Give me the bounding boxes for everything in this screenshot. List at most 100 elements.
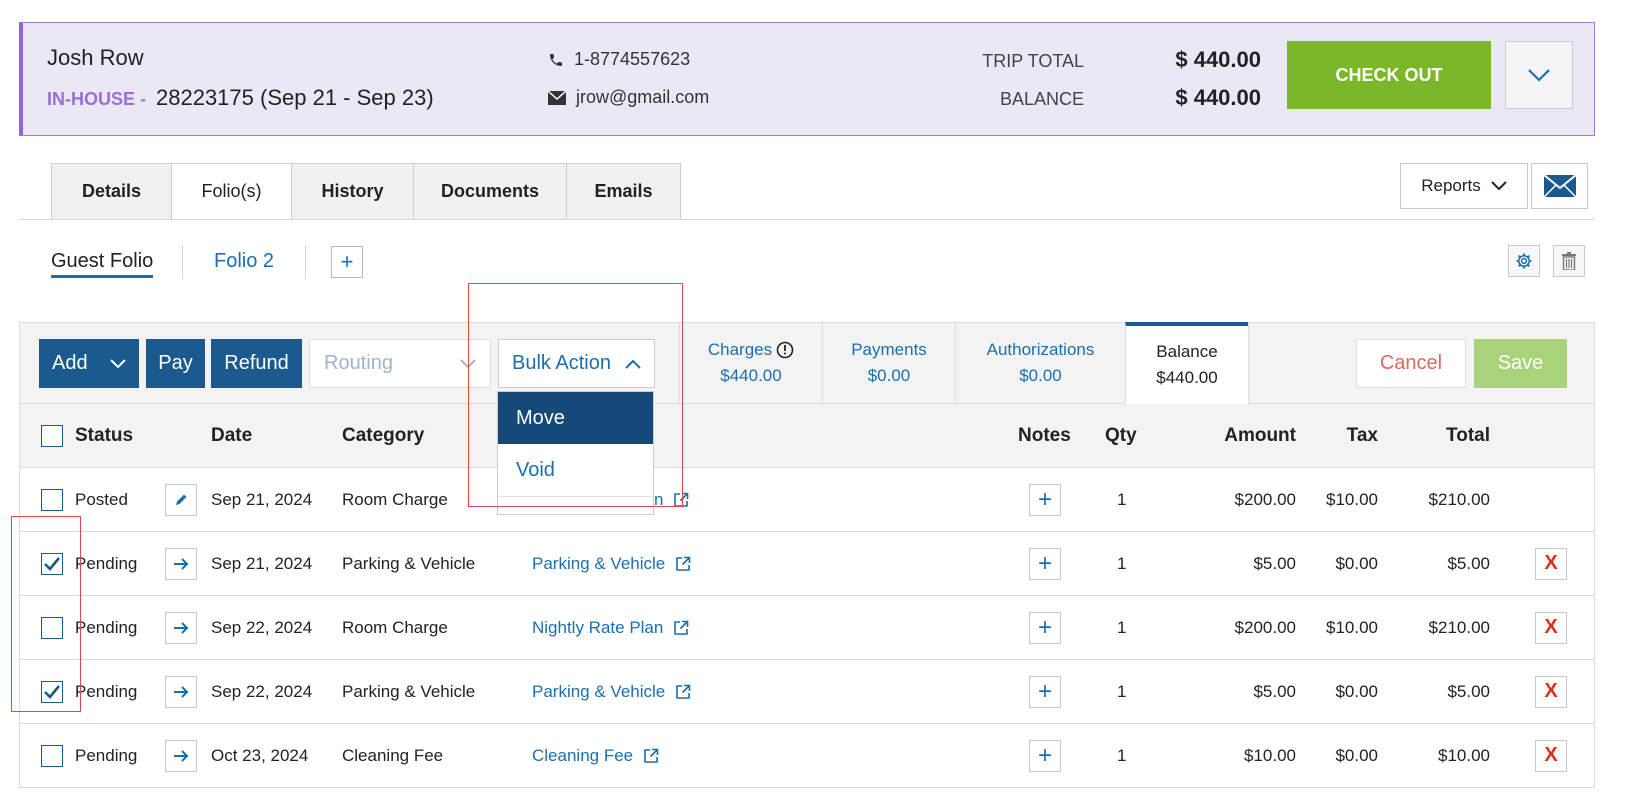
column-category: Category [342, 424, 425, 446]
external-link-icon [644, 748, 659, 763]
row-category: Cleaning Fee [342, 745, 444, 765]
row-item-link[interactable]: Parking & Vehicle [532, 554, 691, 574]
row-status: Pending [75, 617, 138, 637]
select-all-checkbox[interactable] [41, 424, 63, 447]
summary-authorizations[interactable]: Authorizations $0.00 [955, 323, 1125, 403]
cancel-button[interactable]: Cancel [1356, 339, 1466, 388]
menu-item-void[interactable]: Void [498, 444, 653, 496]
bulk-action-select[interactable]: Bulk Action [498, 339, 655, 388]
column-amount: Amount [1224, 424, 1296, 446]
column-total: Total [1446, 424, 1490, 446]
reports-label: Reports [1421, 176, 1481, 195]
email-address: jrow@gmail.com [576, 87, 710, 107]
folio-tab-guest[interactable]: Guest Folio [51, 250, 154, 278]
status-badge: IN-HOUSE - [47, 89, 146, 109]
save-button[interactable]: Save [1474, 339, 1567, 388]
email-contact: jrow@gmail.com [548, 87, 709, 108]
balance-value: $ 440.00 [1175, 85, 1261, 110]
table-row: Pending Oct 23, 2024 Cleaning Fee Cleani… [19, 724, 1595, 788]
row-checkbox[interactable] [41, 552, 63, 575]
row-checkbox[interactable] [41, 680, 63, 703]
pencil-icon [176, 494, 187, 505]
folio-settings-button[interactable] [1508, 245, 1540, 277]
summary-payments[interactable]: Payments $0.00 [822, 323, 955, 403]
delete-row-button[interactable]: X [1535, 547, 1567, 580]
row-date: Sep 21, 2024 [211, 489, 313, 509]
refund-button[interactable]: Refund [211, 339, 302, 388]
row-total: $5.00 [1447, 681, 1490, 701]
row-item-link[interactable]: Parking & Vehicle [532, 682, 691, 702]
chevron-down-icon [460, 358, 476, 368]
row-qty: 1 [1117, 617, 1127, 637]
row-category: Parking & Vehicle [342, 681, 476, 701]
move-button[interactable] [165, 739, 197, 772]
add-note-button[interactable]: + [1029, 547, 1061, 580]
row-checkbox[interactable] [41, 488, 63, 511]
row-tax: $0.00 [1335, 681, 1378, 701]
delete-row-button[interactable]: X [1535, 739, 1567, 772]
row-category: Room Charge [342, 489, 448, 509]
row-item-link[interactable]: n [654, 490, 689, 510]
row-checkbox[interactable] [41, 616, 63, 639]
folio-divider [305, 245, 306, 279]
folio-tab-2[interactable]: Folio 2 [214, 250, 274, 273]
tab-folios[interactable]: Folio(s) [171, 163, 291, 220]
charges-label: Charges [707, 340, 773, 359]
reservation-status-line: IN-HOUSE - 28223175 (Sep 21 - Sep 23) [47, 85, 434, 111]
tab-details[interactable]: Details [51, 163, 171, 220]
row-tax: $0.00 [1335, 745, 1378, 765]
reports-dropdown[interactable]: Reports [1400, 163, 1528, 209]
external-link-icon [676, 684, 691, 699]
move-button[interactable] [165, 675, 197, 708]
tab-history[interactable]: History [291, 163, 413, 220]
header-expand-button[interactable] [1505, 41, 1573, 109]
column-notes: Notes [1018, 424, 1071, 446]
row-item-label: Parking & Vehicle [532, 553, 666, 573]
delete-folio-button[interactable] [1553, 245, 1585, 277]
menu-item-move[interactable]: Move [498, 392, 653, 444]
row-qty: 1 [1117, 681, 1127, 701]
arrow-right-icon [174, 621, 189, 634]
row-category: Parking & Vehicle [342, 553, 476, 573]
folio-toolbar: Add Pay Refund Routing Bulk Action Charg… [19, 322, 1595, 404]
edit-button[interactable] [165, 483, 197, 516]
row-item-link[interactable]: Cleaning Fee [532, 746, 659, 766]
delete-row-button[interactable]: X [1535, 611, 1567, 644]
payments-value: $0.00 [867, 366, 911, 385]
add-note-button[interactable]: + [1029, 675, 1061, 708]
row-checkbox[interactable] [41, 744, 63, 767]
row-total: $5.00 [1447, 553, 1490, 573]
move-button[interactable] [165, 611, 197, 644]
table-row: Pending Sep 22, 2024 Room Charge Nightly… [19, 596, 1595, 660]
tab-documents[interactable]: Documents [413, 163, 566, 220]
add-dropdown-button[interactable]: Add [39, 339, 139, 388]
external-link-icon [676, 556, 691, 571]
folio-table: Status Date Category Notes Qty Amount Ta… [19, 404, 1595, 788]
move-button[interactable] [165, 547, 197, 580]
row-item-link[interactable]: Nightly Rate Plan [532, 618, 689, 638]
send-email-button[interactable] [1531, 163, 1588, 209]
add-note-button[interactable]: + [1029, 611, 1061, 644]
row-date: Sep 22, 2024 [211, 681, 313, 701]
column-qty: Qty [1105, 424, 1137, 446]
info-icon [776, 341, 794, 359]
pay-button[interactable]: Pay [146, 339, 205, 388]
routing-select[interactable]: Routing [309, 339, 491, 388]
main-tabs: Details Folio(s) History Documents Email… [51, 163, 681, 220]
reservation-number: 28223175 (Sep 21 - Sep 23) [156, 85, 434, 110]
row-item-label: Parking & Vehicle [532, 681, 666, 701]
external-link-icon [674, 620, 689, 635]
tab-emails[interactable]: Emails [566, 163, 681, 220]
row-amount: $5.00 [1253, 553, 1296, 573]
add-note-button[interactable]: + [1029, 483, 1061, 516]
phone-number: 1-8774557623 [574, 49, 691, 69]
check-out-button[interactable]: CHECK OUT [1287, 41, 1491, 109]
add-folio-button[interactable]: + [331, 246, 363, 278]
phone-contact: 1-8774557623 [548, 49, 690, 70]
arrow-right-icon [174, 749, 189, 762]
delete-row-button[interactable]: X [1535, 675, 1567, 708]
summary-balance[interactable]: Balance $440.00 [1125, 322, 1248, 404]
envelope-icon [548, 90, 566, 105]
add-note-button[interactable]: + [1029, 739, 1061, 772]
summary-charges[interactable]: Charges $440.00 [679, 323, 822, 403]
